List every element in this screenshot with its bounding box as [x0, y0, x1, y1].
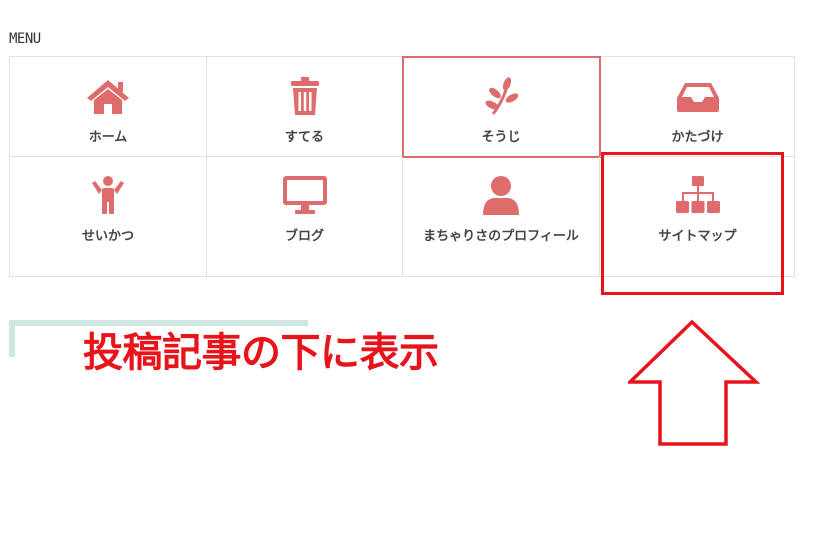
inbox-icon	[675, 76, 721, 116]
menu-heading: MENU	[9, 31, 41, 47]
desktop-icon	[282, 175, 328, 215]
menu-item-label: ブログ	[284, 229, 324, 244]
menu-item-cleaning[interactable]: そうじ	[402, 56, 601, 158]
menu-item-life[interactable]: せいかつ	[10, 157, 207, 277]
trash-icon	[282, 76, 328, 116]
up-arrow-icon	[625, 318, 761, 448]
annotation-text: 投稿記事の下に表示	[83, 330, 439, 376]
menu-item-label: ホーム	[88, 130, 128, 145]
user-icon	[478, 175, 524, 215]
menu-item-trash[interactable]: すてる	[207, 57, 403, 157]
menu-item-profile[interactable]: まちゃりさのプロフィール	[403, 157, 600, 277]
home-icon	[85, 76, 131, 116]
menu-item-label: せいかつ	[81, 229, 134, 244]
menu-grid: ホーム すてる そうじ かたづけ せいかつ ブログ まちゃりさのプロフィール サ…	[9, 56, 795, 277]
menu-item-home[interactable]: ホーム	[10, 57, 207, 157]
menu-item-sitemap[interactable]: サイトマップ	[600, 157, 795, 277]
menu-item-label: サイトマップ	[658, 229, 737, 244]
child-icon	[85, 175, 131, 215]
menu-item-label: かたづけ	[671, 130, 724, 145]
menu-item-label: そうじ	[481, 130, 521, 145]
menu-item-label: すてる	[284, 130, 325, 145]
menu-item-label: まちゃりさのプロフィール	[423, 229, 579, 244]
leaf-icon	[478, 76, 524, 116]
menu-item-tidying[interactable]: かたづけ	[600, 57, 795, 157]
menu-item-blog[interactable]: ブログ	[207, 157, 403, 277]
sitemap-icon	[675, 175, 721, 215]
